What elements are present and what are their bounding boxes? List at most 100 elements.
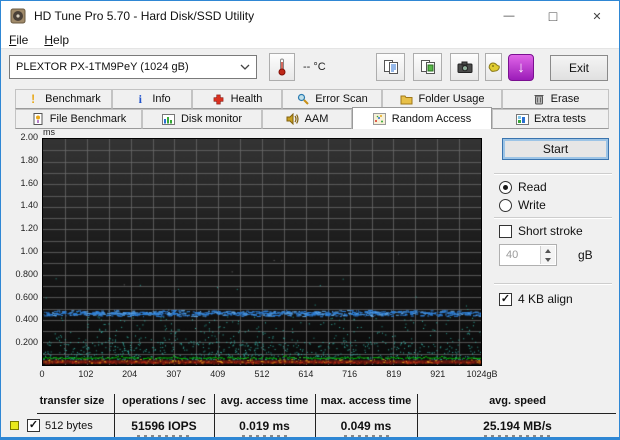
align-checkbox[interactable]: ✓ 4 KB align xyxy=(499,292,573,306)
copy-text-button[interactable] xyxy=(376,53,405,81)
tab-health[interactable]: Health xyxy=(192,89,282,109)
x-tick: 512 xyxy=(239,369,285,379)
temperature-button[interactable] xyxy=(269,53,295,81)
device-select[interactable]: PLEXTOR PX-1TM9PeY (1024 gB) xyxy=(9,55,257,79)
tab-info[interactable]: i Info xyxy=(112,89,192,109)
transfer-size-value: 512 bytes xyxy=(45,420,93,432)
bar-chart-icon xyxy=(162,113,176,126)
tab-aam[interactable]: AAM xyxy=(262,109,352,129)
avg-speed-value: 25.194 MB/s xyxy=(417,419,618,435)
y-tick: 0.800 xyxy=(2,269,38,279)
spinner-up-button[interactable] xyxy=(541,246,555,255)
y-tick: 0.400 xyxy=(2,314,38,324)
short-stroke-checkbox[interactable]: ✓ Short stroke xyxy=(499,224,583,238)
y-tick: 1.60 xyxy=(2,178,38,188)
update-check-button[interactable]: ↓ xyxy=(508,54,534,81)
y-tick: 1.00 xyxy=(2,246,38,256)
read-radio-dot xyxy=(503,185,508,190)
device-select-value: PLEXTOR PX-1TM9PeY (1024 gB) xyxy=(16,61,189,73)
screenshot-button[interactable] xyxy=(450,53,479,81)
read-radio-circle xyxy=(499,181,512,194)
short-stroke-size-input[interactable]: 40 xyxy=(499,244,557,266)
tab-folder-usage-label: Folder Usage xyxy=(418,93,484,105)
avg-access-value: 0.019 ms xyxy=(214,419,315,435)
tab-erase[interactable]: Erase xyxy=(502,89,609,109)
operations-value: 51596 IOPS xyxy=(114,419,214,435)
title-bar: HD Tune Pro 5.70 - Hard Disk/SSD Utility… xyxy=(1,1,619,31)
toolbar: PLEXTOR PX-1TM9PeY (1024 gB) -- °C xyxy=(1,49,619,87)
tab-aam-label: AAM xyxy=(305,113,329,125)
write-radio-label: Write xyxy=(518,198,546,212)
x-tick: 819 xyxy=(371,369,417,379)
health-cross-icon xyxy=(212,93,226,106)
col-header-operations: operations / sec xyxy=(114,395,214,411)
tab-file-benchmark-label: File Benchmark xyxy=(50,113,126,125)
tab-file-benchmark[interactable]: File Benchmark xyxy=(15,109,142,129)
tab-extra-tests[interactable]: Extra tests xyxy=(492,109,609,129)
tab-disk-monitor-label: Disk monitor xyxy=(181,113,242,125)
file-benchmark-icon xyxy=(31,113,45,126)
read-radio[interactable]: Read xyxy=(499,180,547,194)
menu-bar: File Help xyxy=(1,31,619,49)
exit-button[interactable]: Exit xyxy=(550,55,608,81)
align-check: ✓ xyxy=(501,294,510,305)
clipped-text xyxy=(137,435,192,438)
clipped-text xyxy=(242,435,287,438)
row-checkbox-check: ✓ xyxy=(29,420,38,431)
x-tick: 409 xyxy=(195,369,241,379)
results-table: transfer size operations / sec avg. acce… xyxy=(2,393,618,438)
short-stroke-unit: gB xyxy=(578,248,593,262)
tab-benchmark-label: Benchmark xyxy=(45,93,101,105)
write-radio[interactable]: Write xyxy=(499,198,546,212)
short-stroke-size-value: 40 xyxy=(506,249,518,261)
align-box: ✓ xyxy=(499,293,512,306)
spinner-arrows[interactable] xyxy=(540,246,555,264)
y-tick: 1.20 xyxy=(2,223,38,233)
spinner-down-button[interactable] xyxy=(541,255,555,264)
tab-info-label: Info xyxy=(152,93,170,105)
window-title: HD Tune Pro 5.70 - Hard Disk/SSD Utility xyxy=(34,9,254,23)
col-header-max-access: max. access time xyxy=(315,395,417,411)
short-stroke-box: ✓ xyxy=(499,225,512,238)
read-radio-label: Read xyxy=(518,180,547,194)
max-access-value: 0.049 ms xyxy=(315,419,417,435)
series-legend-square xyxy=(10,421,19,430)
tab-disk-monitor[interactable]: Disk monitor xyxy=(142,109,262,129)
header-underline xyxy=(37,413,616,414)
magnifier-icon xyxy=(296,93,310,106)
tab-folder-usage[interactable]: Folder Usage xyxy=(382,89,502,109)
menu-help[interactable]: Help xyxy=(36,33,77,47)
x-tick: 307 xyxy=(151,369,197,379)
maximize-button[interactable]: □ xyxy=(531,1,575,31)
menu-file[interactable]: File xyxy=(1,33,36,47)
close-button[interactable]: ✕ xyxy=(575,1,619,31)
minimize-button[interactable]: — xyxy=(487,1,531,31)
tab-error-scan-label: Error Scan xyxy=(315,93,368,105)
app-icon xyxy=(10,8,26,24)
separator xyxy=(494,173,612,175)
speaker-icon xyxy=(286,113,300,126)
save-screenshot-button[interactable] xyxy=(485,53,502,81)
x-tick: 614 xyxy=(283,369,329,379)
row-checkbox[interactable]: ✓ xyxy=(27,419,40,432)
scatter-chart-icon xyxy=(373,112,387,125)
col-header-avg-speed: avg. speed xyxy=(417,395,618,411)
clipped-text xyxy=(344,435,389,438)
copy-image-button[interactable] xyxy=(413,53,442,81)
benchmark-icon: ! xyxy=(26,93,40,106)
random-access-page: ms 2.00 1.80 1.60 1.40 1.20 1.00 0.800 0… xyxy=(2,129,618,438)
x-tick: 102 xyxy=(63,369,109,379)
folder-icon xyxy=(399,93,413,106)
temperature-value: -- °C xyxy=(303,61,326,73)
clipped-text xyxy=(484,435,554,438)
start-button[interactable]: Start xyxy=(502,138,609,160)
tab-error-scan[interactable]: Error Scan xyxy=(282,89,382,109)
tab-benchmark[interactable]: ! Benchmark xyxy=(15,89,112,109)
tab-random-access[interactable]: Random Access xyxy=(352,107,492,129)
y-tick: 1.40 xyxy=(2,200,38,210)
trash-icon xyxy=(532,93,546,106)
x-tick: 204 xyxy=(107,369,153,379)
maximize-icon: □ xyxy=(549,8,557,24)
tab-health-label: Health xyxy=(231,93,263,105)
x-tick: 1024gB xyxy=(459,369,505,379)
